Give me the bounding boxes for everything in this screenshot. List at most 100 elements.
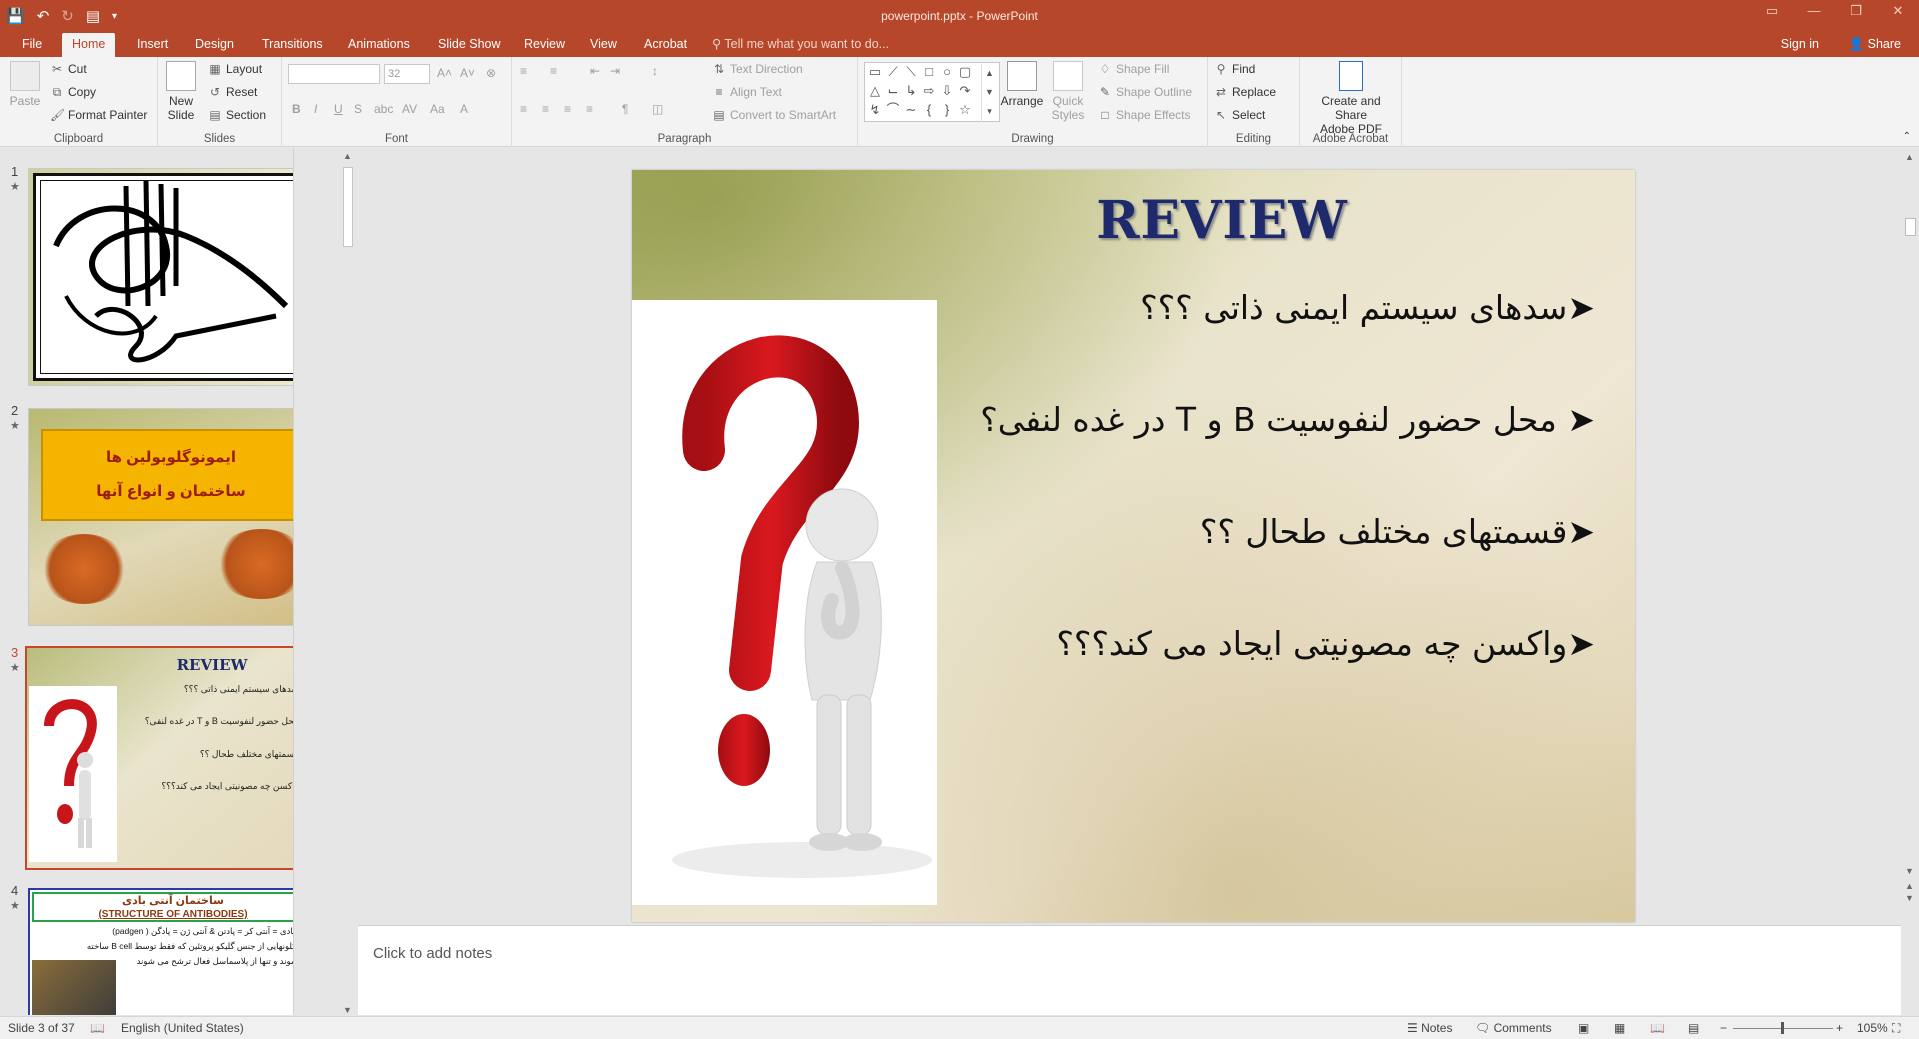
scroll-up-icon[interactable]: ▲ <box>1905 152 1914 162</box>
tab-slide-show[interactable]: Slide Show <box>428 33 511 57</box>
oval-shape-icon[interactable]: ○ <box>939 64 955 80</box>
font-name-box[interactable] <box>288 64 380 84</box>
increase-indent-icon[interactable]: ⇥ <box>610 64 620 78</box>
tab-transitions[interactable]: Transitions <box>252 33 333 57</box>
scroll-thumb[interactable] <box>343 167 353 247</box>
fit-slide-icon[interactable]: ⛶ <box>1892 1021 1900 1036</box>
decrease-font-icon[interactable]: A˅ <box>460 66 475 80</box>
scroll-thumb[interactable] <box>1905 218 1916 236</box>
increase-font-icon[interactable]: A˄ <box>437 66 452 80</box>
freeform-shape-icon[interactable]: ↯ <box>867 102 883 118</box>
select-button[interactable]: ↖ Select <box>1214 108 1265 122</box>
align-right-icon[interactable]: ≡ <box>564 102 571 116</box>
tab-design[interactable]: Design <box>185 33 244 57</box>
tab-review[interactable]: Review <box>514 33 575 57</box>
tab-animations[interactable]: Animations <box>338 33 420 57</box>
underline-icon[interactable]: U <box>334 102 343 116</box>
slide-bullet-1[interactable]: ➤سدهای سیستم ایمنی ذاتی ؟؟؟ <box>1140 288 1595 327</box>
arrow-down-shape-icon[interactable]: ⇩ <box>939 83 955 99</box>
reset-button[interactable]: ↺ Reset <box>208 85 257 99</box>
copy-button[interactable]: ⧉ Copy <box>50 85 96 99</box>
tab-file[interactable]: File <box>12 33 52 57</box>
previous-slide-icon[interactable]: ▲ <box>1905 881 1914 891</box>
notes-toggle[interactable]: ☰ Notes <box>1407 1021 1452 1035</box>
shape-fill-button[interactable]: ♢ Shape Fill <box>1098 62 1170 76</box>
bullets-icon[interactable]: ≡ <box>520 64 527 78</box>
layout-button[interactable]: ▦ Layout <box>208 62 262 76</box>
spacing-icon[interactable]: AV <box>402 102 417 116</box>
bold-icon[interactable]: B <box>292 102 301 116</box>
connector-shape-icon[interactable]: ↳ <box>903 83 919 99</box>
italic-icon[interactable]: I <box>314 102 317 116</box>
scroll-down-icon[interactable]: ▼ <box>1905 866 1914 876</box>
shape-outline-button[interactable]: ✎ Shape Outline <box>1098 85 1192 99</box>
thumbnail-scrollbar[interactable]: ▲ ▼ <box>341 151 355 1015</box>
slide-canvas[interactable]: REVIEW ➤سدهای سیستم ایمنی ذاتی ؟؟؟ ➤ محل… <box>632 170 1635 922</box>
tell-me-box[interactable]: ⚲ Tell me what you want to do... <box>712 33 889 57</box>
elbow-shape-icon[interactable]: ⌙ <box>885 83 901 99</box>
slide-title[interactable]: REVIEW <box>992 190 1452 251</box>
next-slide-icon[interactable]: ▼ <box>1905 893 1914 903</box>
normal-view-icon[interactable]: ▣ <box>1578 1021 1589 1035</box>
shape-effects-button[interactable]: □ Shape Effects <box>1098 108 1190 122</box>
slide-thumbnail-4[interactable]: ساختمان آنتی بادی (STRUCTURE OF ANTIBODI… <box>28 888 293 1015</box>
font-size-box[interactable]: 32 <box>384 64 430 84</box>
shapes-more-icon[interactable]: ▲ ▼ ▾ <box>981 64 997 122</box>
spell-check-icon[interactable]: 📖 <box>90 1021 105 1035</box>
line2-shape-icon[interactable]: ⟍ <box>903 64 919 80</box>
slide-bullet-2[interactable]: ➤ محل حضور لنفوسیت B و T در غده لنفی؟ <box>980 400 1595 439</box>
arc-shape-icon[interactable]: ⌒ <box>885 102 901 118</box>
cut-button[interactable]: ✂ Cut <box>50 62 87 76</box>
scroll-up-icon[interactable]: ▲ <box>343 151 352 161</box>
brace-left-shape-icon[interactable]: { <box>921 102 937 118</box>
ribbon-display-icon[interactable]: ▭ <box>1751 0 1793 26</box>
zoom-in-icon[interactable]: + <box>1836 1021 1843 1035</box>
tab-insert[interactable]: Insert <box>127 33 178 57</box>
curve-shape-icon[interactable]: ↷ <box>957 83 973 99</box>
find-button[interactable]: ⚲ Find <box>1214 62 1256 76</box>
section-button[interactable]: ▤ Section <box>208 108 266 122</box>
rectangle-shape-icon[interactable]: □ <box>921 64 937 80</box>
font-color-icon[interactable]: A <box>460 102 468 116</box>
tab-acrobat[interactable]: Acrobat <box>634 33 697 57</box>
slide-bullet-4[interactable]: ➤واکسن چه مصونیتی ایجاد می کند؟؟؟ <box>1056 624 1595 663</box>
sign-in-link[interactable]: Sign in <box>1781 33 1819 55</box>
line-spacing-icon[interactable]: ↕ <box>652 64 658 78</box>
reading-view-icon[interactable]: 📖 <box>1650 1021 1665 1035</box>
slideshow-view-icon[interactable]: ▤ <box>1688 1021 1699 1035</box>
change-case-icon[interactable]: Aa <box>430 102 445 116</box>
tab-home[interactable]: Home <box>62 33 116 57</box>
restore-icon[interactable]: ❐ <box>1835 0 1877 26</box>
minimize-icon[interactable]: — <box>1793 0 1835 26</box>
triangle-shape-icon[interactable]: △ <box>867 83 883 99</box>
slide-thumbnail-1[interactable] <box>28 168 293 386</box>
zoom-level[interactable]: 105% <box>1857 1021 1888 1035</box>
strikethrough-icon[interactable]: abc <box>374 102 393 116</box>
justify-icon[interactable]: ≡ <box>586 102 593 116</box>
convert-smartart-button[interactable]: ▤ Convert to SmartArt <box>712 108 836 122</box>
close-icon[interactable]: ✕ <box>1877 0 1919 26</box>
columns-icon[interactable]: ◫ <box>652 102 663 116</box>
format-painter-button[interactable]: 🖌 Format Painter <box>50 108 147 122</box>
replace-button[interactable]: ⇄ Replace <box>1214 85 1276 99</box>
slide-thumbnail-3[interactable]: REVIEW ➤ سدهای سیستم ایمنی ذاتی ؟؟؟ ➤ مح… <box>25 646 293 870</box>
share-button[interactable]: 👤 Share <box>1849 33 1901 55</box>
scroll-down-icon[interactable]: ▼ <box>343 1005 352 1015</box>
numbering-icon[interactable]: ≡ <box>550 64 557 78</box>
zoom-out-icon[interactable]: − <box>1720 1021 1727 1035</box>
slide-sorter-icon[interactable]: ▦ <box>1614 1021 1625 1035</box>
slide-bullet-3[interactable]: ➤قسمتهای مختلف طحال ؟؟ <box>1200 512 1595 551</box>
align-center-icon[interactable]: ≡ <box>542 102 549 116</box>
slide-scrollbar[interactable]: ▲ ▼ ▲ ▼ <box>1901 148 1919 1018</box>
brace-right-shape-icon[interactable]: } <box>939 102 955 118</box>
shapes-gallery[interactable]: ▭ ⟋ ⟍ □ ○ ▢ △ ⌙ ↳ ⇨ ⇩ ↷ ↯ ⌒ ∼ { } ☆ ▲ ▼ ▾ <box>864 62 1000 122</box>
language-indicator[interactable]: English (United States) <box>121 1021 244 1035</box>
question-mark-picture[interactable] <box>632 300 937 905</box>
curve2-shape-icon[interactable]: ∼ <box>903 102 919 118</box>
text-direction-button[interactable]: ⇅ Text Direction <box>712 62 803 76</box>
decrease-indent-icon[interactable]: ⇤ <box>590 64 600 78</box>
arrow-right-shape-icon[interactable]: ⇨ <box>921 83 937 99</box>
shadow-icon[interactable]: S <box>354 102 362 116</box>
rounded-rect-shape-icon[interactable]: ▢ <box>957 64 973 80</box>
zoom-slider-thumb[interactable] <box>1781 1022 1784 1034</box>
